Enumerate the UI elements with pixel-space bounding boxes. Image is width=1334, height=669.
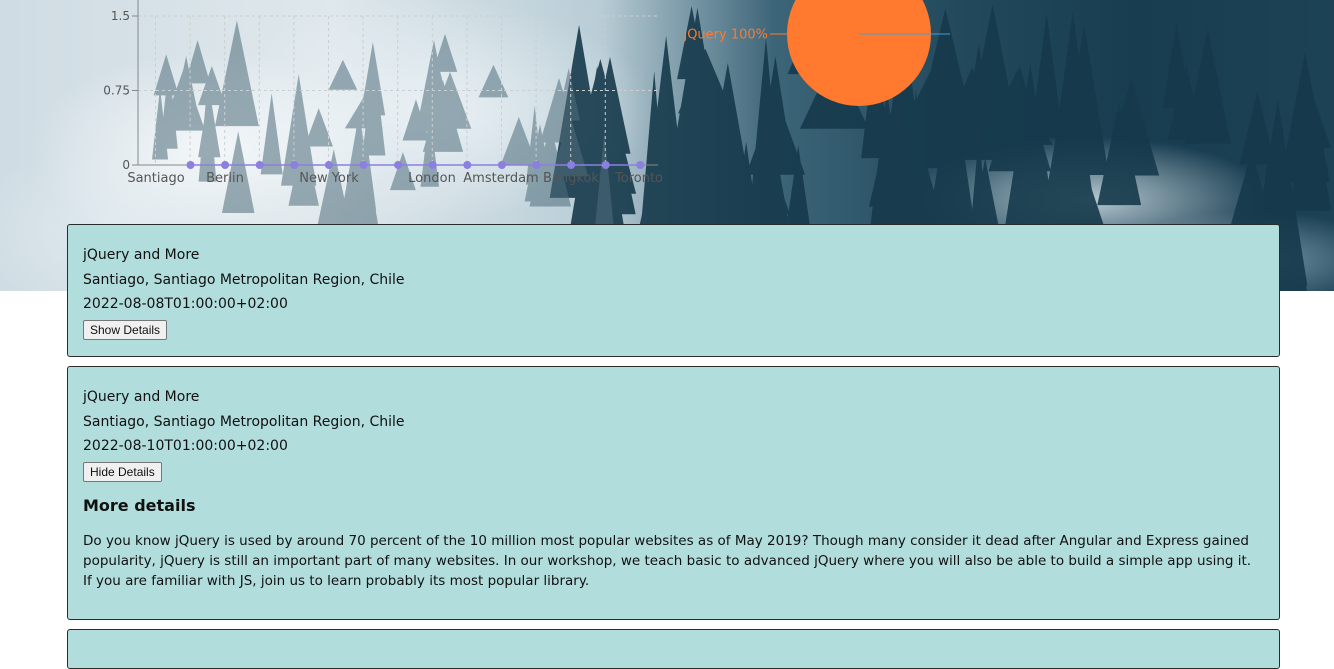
details-heading: More details xyxy=(83,496,196,515)
data-point xyxy=(359,161,368,169)
event-datetime: 2022-08-08T01:00:00+02:00 xyxy=(83,296,288,312)
event-title: jQuery and More xyxy=(83,247,200,263)
event-card: jQuery and More Santiago, Santiago Metro… xyxy=(67,224,1280,357)
data-point xyxy=(324,161,333,169)
data-point xyxy=(186,161,195,169)
event-location: Santiago, Santiago Metropolitan Region, … xyxy=(83,414,405,430)
data-point xyxy=(497,161,506,169)
data-point xyxy=(221,161,230,169)
pie-chart: jQuery 100% xyxy=(683,0,950,106)
event-datetime: 2022-08-10T01:00:00+02:00 xyxy=(83,438,288,454)
event-card-expanded: jQuery and More Santiago, Santiago Metro… xyxy=(67,366,1280,620)
data-point xyxy=(463,161,472,169)
data-point xyxy=(532,161,541,169)
data-point xyxy=(636,161,645,169)
data-point xyxy=(601,161,610,169)
details-text: Do you know jQuery is used by around 70 … xyxy=(83,533,1252,589)
x-tick-label: London xyxy=(408,171,456,186)
x-tick-label: Toronto xyxy=(614,171,663,186)
data-point xyxy=(255,161,264,169)
data-point xyxy=(567,161,576,169)
event-card xyxy=(67,629,1280,669)
tree-shape xyxy=(1030,13,1064,139)
y-tick-label: 0 xyxy=(122,158,130,172)
x-tick-label: Bangkok xyxy=(543,171,599,186)
data-point xyxy=(428,161,437,169)
event-title: jQuery and More xyxy=(83,389,200,405)
hide-details-button[interactable]: Hide Details xyxy=(83,462,162,482)
x-tick-label: Berlin xyxy=(206,171,244,186)
pie-slice-label: jQuery 100% xyxy=(683,28,768,43)
data-point xyxy=(290,161,299,169)
show-details-button[interactable]: Show Details xyxy=(83,320,168,340)
x-tick-label: New York xyxy=(299,171,359,186)
event-location: Santiago, Santiago Metropolitan Region, … xyxy=(83,272,405,288)
x-tick-label: Amsterdam xyxy=(463,171,538,186)
data-point xyxy=(394,161,403,169)
x-tick-label: Santiago xyxy=(127,171,184,186)
pie-slice-jquery xyxy=(787,0,931,106)
tree-shape xyxy=(1103,78,1160,176)
